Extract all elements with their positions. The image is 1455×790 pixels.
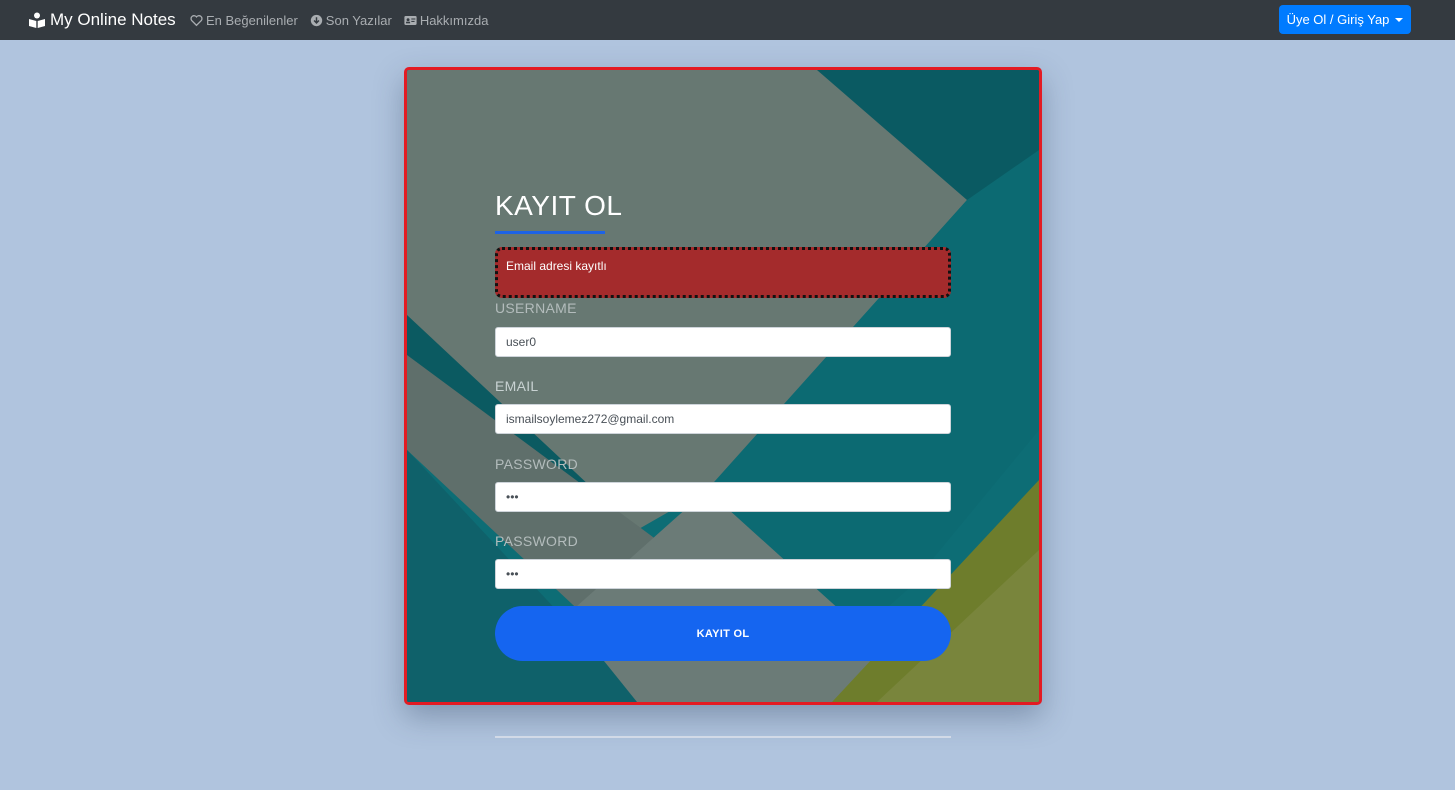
nav-link-label: Son Yazılar bbox=[325, 12, 392, 28]
email-input[interactable] bbox=[495, 404, 951, 434]
arrow-down-circle-icon bbox=[310, 14, 322, 26]
dropdown-label: Üye Ol / Giriş Yap bbox=[1286, 12, 1390, 27]
password-input[interactable] bbox=[495, 482, 951, 512]
user-reading-icon bbox=[28, 12, 46, 28]
password-label: PASSWORD bbox=[495, 456, 579, 472]
navbar: My Online Notes En Beğenilenler Son Yazı… bbox=[0, 0, 1455, 40]
password-confirm-input[interactable] bbox=[495, 559, 951, 589]
username-label: USERNAME bbox=[495, 300, 577, 316]
brand[interactable]: My Online Notes bbox=[28, 0, 176, 40]
password-confirm-label: PASSWORD bbox=[495, 533, 579, 549]
form-title: KAYIT OL bbox=[495, 190, 623, 221]
divider bbox=[495, 736, 951, 738]
username-input[interactable] bbox=[495, 327, 951, 357]
nav-link-about[interactable]: Hakkımızda bbox=[404, 12, 489, 28]
nav-link-label: En Beğenilenler bbox=[206, 12, 298, 28]
heart-icon bbox=[190, 14, 203, 26]
chevron-down-icon bbox=[1395, 17, 1404, 22]
register-login-dropdown[interactable]: Üye Ol / Giriş Yap bbox=[1279, 5, 1411, 34]
register-card: KAYIT OL Email adresi kayıtlı USERNAME E… bbox=[404, 67, 1042, 705]
error-alert-text: Email adresi kayıtlı bbox=[506, 259, 607, 273]
nav-link-latest-posts[interactable]: Son Yazılar bbox=[310, 13, 392, 28]
id-card-icon bbox=[404, 15, 417, 25]
register-submit-button[interactable]: KAYIT OL bbox=[495, 606, 951, 661]
nav-link-label: Hakkımızda bbox=[419, 12, 489, 28]
brand-label: My Online Notes bbox=[50, 10, 176, 29]
nav-links: En Beğenilenler Son Yazılar Hakkımızda bbox=[190, 0, 500, 40]
nav-link-most-liked[interactable]: En Beğenilenler bbox=[190, 13, 298, 28]
error-alert: Email adresi kayıtlı bbox=[495, 247, 951, 298]
title-underline bbox=[495, 231, 605, 234]
email-label: EMAIL bbox=[495, 378, 539, 394]
submit-label: KAYIT OL bbox=[696, 627, 750, 640]
